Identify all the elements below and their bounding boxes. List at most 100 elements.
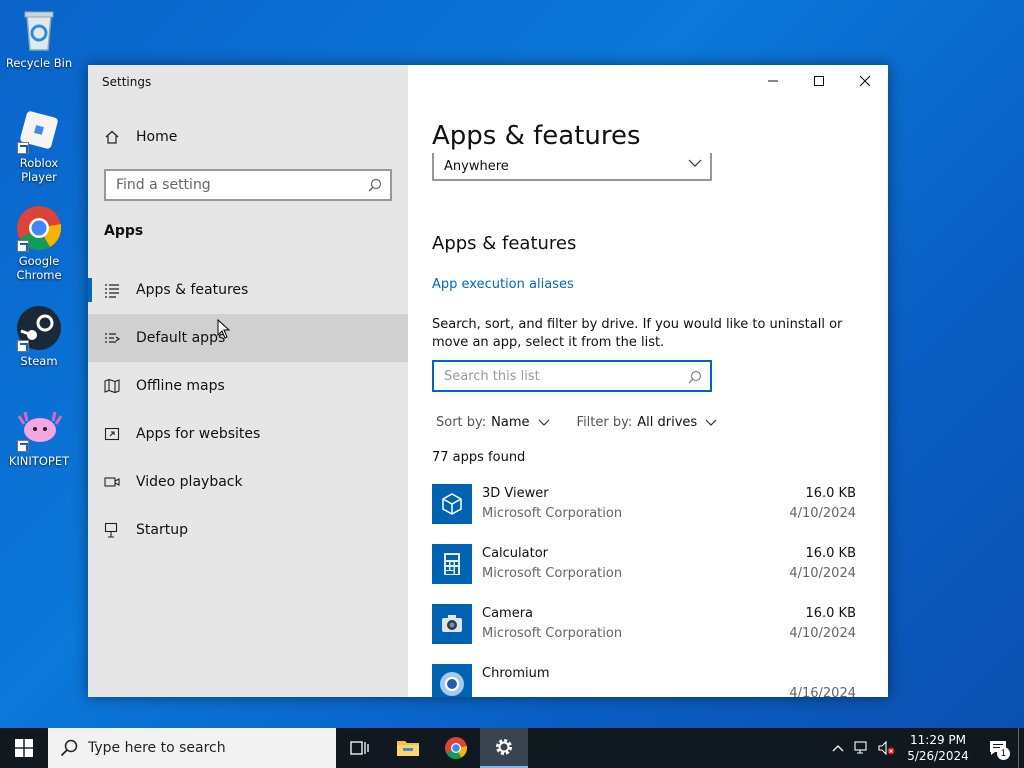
app-execution-aliases-link[interactable]: App execution aliases xyxy=(432,277,574,292)
taskbar-search-placeholder: Type here to search xyxy=(88,740,226,756)
filter-by-dropdown[interactable]: Filter by: All drives xyxy=(577,415,718,430)
map-icon xyxy=(104,378,120,394)
close-icon xyxy=(859,75,871,87)
app-publisher: Microsoft Corporation xyxy=(482,506,623,521)
filter-value: All drives xyxy=(637,415,698,430)
find-setting-input[interactable] xyxy=(116,177,356,193)
start-button[interactable] xyxy=(0,728,48,768)
taskbar-search-box[interactable]: Type here to search xyxy=(48,728,336,768)
nav-home[interactable]: Home xyxy=(104,129,177,145)
shortcut-arrow-icon xyxy=(17,340,29,352)
desktop-icon-label: Steam xyxy=(20,354,58,368)
app-row-calculator[interactable]: Calculator Microsoft Corporation 16.0 KB… xyxy=(432,544,856,604)
chromium-icon xyxy=(432,664,472,697)
filter-label: Filter by: xyxy=(576,415,633,430)
home-icon xyxy=(104,129,120,145)
steam-icon xyxy=(15,304,63,352)
app-name: Chromium xyxy=(482,666,550,681)
list-icon xyxy=(104,282,120,298)
desktop-icon-chrome[interactable]: Google Chrome xyxy=(2,204,76,282)
gear-icon xyxy=(496,739,512,755)
desktop-icon-recycle-bin[interactable]: Recycle Bin xyxy=(2,6,76,70)
sort-filter-row: Sort by: Name Filter by: All drives xyxy=(436,415,717,430)
maximize-icon xyxy=(814,76,824,86)
nav-item-apps-features[interactable]: Apps & features xyxy=(88,266,408,314)
shortcut-arrow-icon xyxy=(17,142,29,154)
search-list-input[interactable] xyxy=(444,368,674,384)
chevron-down-icon xyxy=(538,419,549,426)
recycle-bin-icon xyxy=(15,6,63,54)
app-size: 16.0 KB xyxy=(805,606,856,621)
section-title: Apps xyxy=(104,223,144,239)
default-apps-icon xyxy=(104,330,120,346)
taskbar-chrome[interactable] xyxy=(432,728,480,768)
nav-item-label: Video playback xyxy=(136,474,243,490)
content-pane: Apps & features Anywhere Apps & features… xyxy=(408,65,888,697)
task-view-icon xyxy=(350,741,369,755)
app-date: 4/16/2024 xyxy=(789,686,856,697)
notification-badge: 1 xyxy=(997,747,1010,760)
network-icon xyxy=(854,741,867,754)
desktop-icon-kinitopet[interactable]: KINITOPET xyxy=(2,404,76,468)
action-center-button[interactable]: 1 xyxy=(978,728,1018,768)
desktop-icon-label: Roblox Player xyxy=(19,156,59,184)
chevron-up-icon xyxy=(832,745,844,752)
install-source-dropdown[interactable]: Anywhere xyxy=(432,153,712,181)
nav-item-startup[interactable]: Startup xyxy=(88,506,408,554)
mouse-cursor-icon xyxy=(217,319,231,339)
nav-home-label: Home xyxy=(136,129,178,145)
find-setting-box[interactable] xyxy=(104,169,392,201)
clock[interactable]: 11:29 PM 5/26/2024 xyxy=(898,732,978,764)
app-publisher: Microsoft Corporation xyxy=(482,566,623,581)
window-title: Settings xyxy=(102,75,152,89)
nav-item-apps-for-websites[interactable]: Apps for websites xyxy=(88,410,408,458)
taskbar-file-explorer[interactable] xyxy=(384,728,432,768)
search-list-box[interactable] xyxy=(432,360,712,392)
close-button[interactable] xyxy=(842,65,888,97)
task-view-button[interactable] xyxy=(336,728,384,768)
volume-button[interactable] xyxy=(874,728,898,768)
app-list: 3D Viewer Microsoft Corporation 16.0 KB … xyxy=(432,484,856,697)
maximize-button[interactable] xyxy=(796,65,842,97)
nav-item-video-playback[interactable]: Video playback xyxy=(88,458,408,506)
page-title: Apps & features xyxy=(432,121,641,151)
show-desktop-button[interactable] xyxy=(1018,728,1024,768)
minimize-button[interactable] xyxy=(750,65,796,97)
search-icon xyxy=(688,369,702,388)
kinitopet-icon xyxy=(15,404,63,452)
video-icon xyxy=(104,474,120,490)
show-hidden-icons-button[interactable] xyxy=(826,728,850,768)
app-row-3d-viewer[interactable]: 3D Viewer Microsoft Corporation 16.0 KB … xyxy=(432,484,856,544)
chrome-icon xyxy=(15,204,63,252)
desktop-icon-steam[interactable]: Steam xyxy=(2,304,76,368)
section-subtitle: Apps & features xyxy=(432,233,577,254)
sort-by-dropdown[interactable]: Sort by: Name xyxy=(436,415,550,430)
nav-item-label: Apps for websites xyxy=(136,426,261,442)
network-button[interactable] xyxy=(850,728,874,768)
apps-count: 77 apps found xyxy=(432,450,526,465)
app-size: 16.0 KB xyxy=(805,486,856,501)
nav-item-offline-maps[interactable]: Offline maps xyxy=(88,362,408,410)
desktop-icon-label: KINITOPET xyxy=(8,454,70,468)
taskbar-settings[interactable] xyxy=(480,728,528,768)
app-row-camera[interactable]: Camera Microsoft Corporation 16.0 KB 4/1… xyxy=(432,604,856,664)
desktop-icon-roblox[interactable]: Roblox Player xyxy=(2,106,76,184)
chevron-down-icon xyxy=(688,157,702,172)
nav-item-label: Startup xyxy=(136,522,188,538)
calculator-icon xyxy=(432,544,472,584)
shortcut-arrow-icon xyxy=(17,240,29,252)
app-size: 16.0 KB xyxy=(805,546,856,561)
nav-item-default-apps[interactable]: Default apps xyxy=(88,314,408,362)
taskbar: Type here to search 11:29 PM 5/26/2024 1 xyxy=(0,728,1024,768)
sidebar: Settings Home Apps Apps & features xyxy=(88,65,408,697)
startup-icon xyxy=(104,522,120,538)
app-row-chromium[interactable]: Chromium 4/16/2024 xyxy=(432,664,856,697)
chrome-icon xyxy=(445,737,467,759)
system-tray: 11:29 PM 5/26/2024 1 xyxy=(826,728,1024,768)
shortcut-arrow-icon xyxy=(17,440,29,452)
window-controls xyxy=(750,65,888,97)
clock-time: 11:29 PM xyxy=(910,733,966,747)
nav-item-label: Default apps xyxy=(136,330,226,346)
search-icon xyxy=(60,739,78,757)
web-app-icon xyxy=(104,426,120,442)
